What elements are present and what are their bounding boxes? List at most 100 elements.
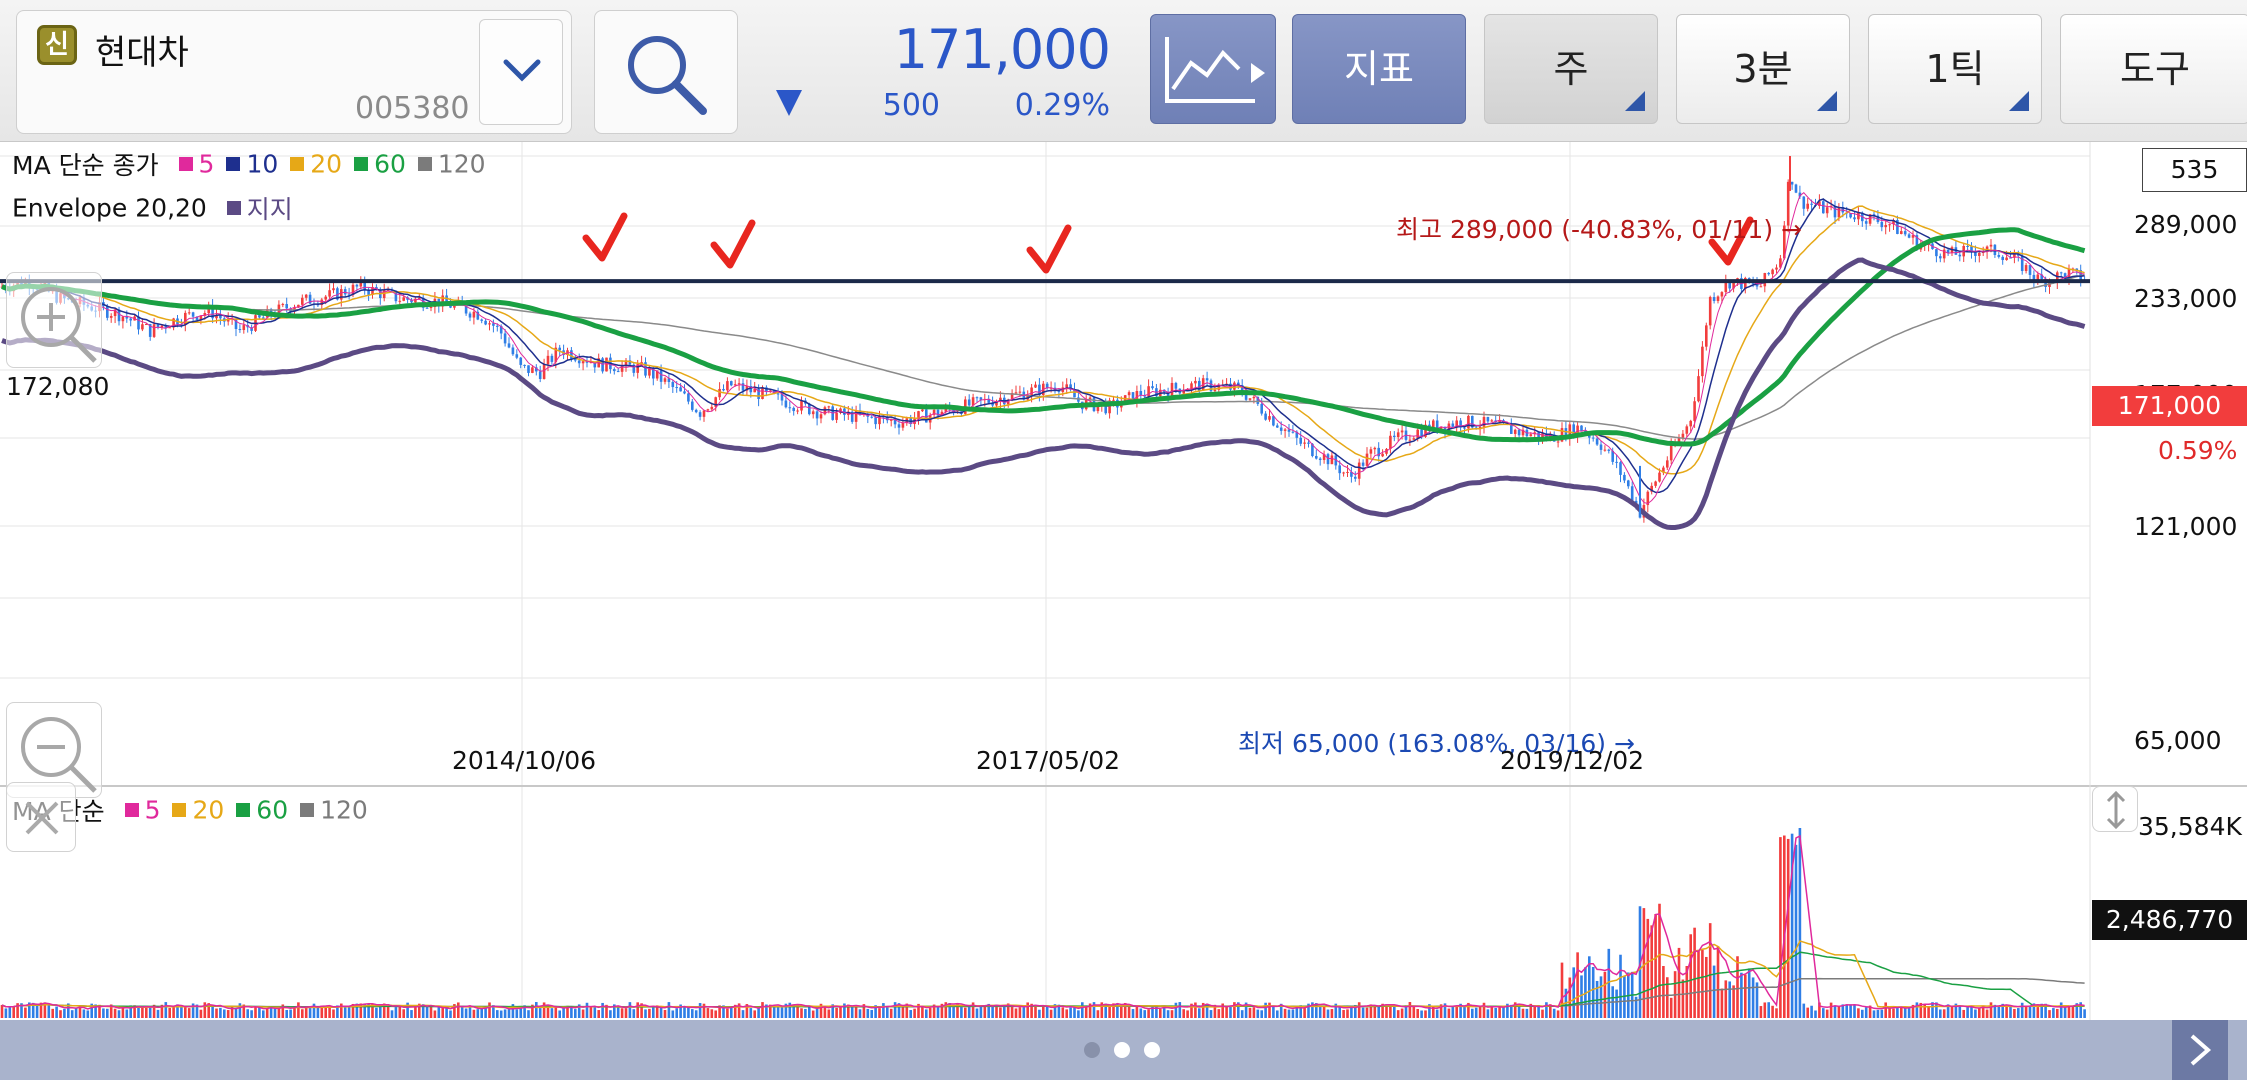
volume-bar bbox=[277, 1008, 281, 1018]
volume-bar bbox=[628, 1002, 632, 1018]
volume-bar bbox=[546, 1007, 550, 1018]
volume-bar bbox=[1276, 1010, 1279, 1018]
volume-bar bbox=[1619, 954, 1622, 1018]
stock-selector[interactable]: 신 현대차 005380 bbox=[16, 10, 572, 134]
page-dot[interactable] bbox=[1144, 1042, 1160, 1058]
page-indicator-bar bbox=[0, 1020, 2247, 1080]
volume-bar bbox=[2083, 1009, 2086, 1018]
zoom-in-button[interactable] bbox=[6, 272, 102, 368]
volume-bar bbox=[82, 1009, 86, 1018]
search-button[interactable] bbox=[594, 10, 738, 134]
candle-body bbox=[1408, 439, 1412, 441]
candle-body bbox=[601, 358, 604, 372]
candle-body bbox=[1252, 396, 1256, 399]
tick-button[interactable]: 1틱 bbox=[1868, 14, 2042, 124]
period-label: 주 bbox=[1553, 47, 1589, 91]
volume-bar bbox=[343, 1007, 347, 1018]
volume-bar bbox=[624, 1008, 628, 1018]
visible-bars-count[interactable]: 535 bbox=[2142, 148, 2247, 192]
volume-bar bbox=[1108, 1005, 1111, 1018]
volume-bar bbox=[1073, 1007, 1076, 1018]
candle-body bbox=[683, 391, 686, 394]
volume-bar bbox=[125, 1009, 129, 1018]
volume-bar bbox=[1888, 1008, 1891, 1018]
candle-body bbox=[1486, 416, 1490, 422]
volume-bar bbox=[538, 1008, 542, 1018]
resize-handle[interactable] bbox=[2092, 786, 2138, 832]
volume-bar bbox=[1658, 903, 1661, 1018]
stock-code: 005380 bbox=[355, 91, 470, 126]
volume-bar bbox=[238, 1003, 242, 1018]
candle-body bbox=[488, 323, 491, 325]
close-subchart-button[interactable] bbox=[6, 782, 76, 852]
volume-bar bbox=[644, 1009, 647, 1018]
volume-bar bbox=[2048, 1010, 2051, 1018]
envelope-legend-label: 지지 bbox=[246, 195, 293, 224]
candle-body bbox=[511, 347, 515, 355]
volume-bar bbox=[141, 1007, 144, 1018]
candle-body bbox=[1825, 207, 1829, 214]
volume-bar bbox=[1849, 1004, 1852, 1018]
candle-body bbox=[1907, 234, 1911, 238]
volume-ma5-line bbox=[1, 834, 2085, 1010]
price-chart[interactable] bbox=[0, 142, 2247, 1020]
volume-bar bbox=[1697, 949, 1700, 1018]
volume-bar bbox=[1552, 1008, 1556, 1018]
candle-body bbox=[706, 409, 710, 411]
volume-bar bbox=[776, 1005, 780, 1018]
tools-button[interactable]: 도구 bbox=[2060, 14, 2247, 124]
candle-body bbox=[332, 288, 335, 291]
candle-body bbox=[328, 290, 331, 297]
volume-bar bbox=[59, 1010, 62, 1018]
volume-bar bbox=[1350, 1006, 1353, 1018]
volume-bar bbox=[1256, 1009, 1260, 1018]
volume-bar bbox=[1451, 1005, 1455, 1018]
interval-button[interactable]: 3분 bbox=[1676, 14, 1850, 124]
volume-bar bbox=[757, 1008, 760, 1018]
volume-bar bbox=[1412, 1006, 1416, 1018]
volume-bar bbox=[1447, 1008, 1451, 1018]
volume-bar bbox=[1486, 1009, 1490, 1018]
ma-legend-swatch bbox=[290, 157, 305, 171]
volume-bar bbox=[1872, 1010, 1876, 1018]
candle-body bbox=[258, 315, 261, 318]
candle-body bbox=[710, 406, 714, 410]
period-button[interactable]: 주 bbox=[1484, 14, 1658, 124]
candle-body bbox=[1194, 380, 1197, 384]
volume-bar bbox=[1615, 989, 1618, 1018]
candle-body bbox=[1393, 435, 1396, 437]
candle-body bbox=[574, 359, 577, 361]
candle-body bbox=[1712, 297, 1716, 302]
ma-legend-label: 60 bbox=[374, 149, 406, 179]
volume-bar bbox=[1463, 1005, 1466, 1018]
chart-area[interactable]: MA 단순 종가 5 10 20 60 120 Envelope 20,20 지지 MA… bbox=[0, 142, 2247, 1020]
candle-body bbox=[1997, 255, 2001, 257]
candle-body bbox=[726, 381, 729, 391]
page-dot[interactable] bbox=[1114, 1042, 1130, 1058]
volume-bar bbox=[1120, 1006, 1123, 1018]
volume-bar bbox=[1490, 1006, 1494, 1018]
indicator-button[interactable]: 지표 bbox=[1292, 14, 1466, 124]
volume-bar bbox=[1974, 1009, 1977, 1018]
volume-bar bbox=[8, 1006, 12, 1018]
candle-body bbox=[1369, 449, 1373, 454]
volume-bar bbox=[1786, 838, 1790, 1018]
price-change: 500 bbox=[882, 88, 940, 123]
candle-body bbox=[605, 357, 608, 372]
candle-body bbox=[129, 318, 132, 321]
candle-body bbox=[827, 406, 831, 408]
volume-bar bbox=[254, 1006, 257, 1018]
candle-body bbox=[1864, 221, 1868, 224]
volume-bar bbox=[285, 1009, 288, 1018]
stock-dropdown-button[interactable] bbox=[479, 19, 563, 125]
volume-bar bbox=[2059, 1002, 2063, 1018]
candle-body bbox=[1619, 462, 1622, 475]
chart-type-button[interactable] bbox=[1150, 14, 1276, 124]
candle-body bbox=[1802, 196, 1806, 209]
volume-bar bbox=[1580, 975, 1583, 1018]
volume-bar bbox=[710, 1009, 714, 1018]
next-page-button[interactable] bbox=[2172, 1020, 2228, 1080]
candle-body bbox=[304, 294, 308, 298]
page-dot[interactable] bbox=[1084, 1042, 1100, 1058]
volume-bar bbox=[1533, 1006, 1536, 1018]
